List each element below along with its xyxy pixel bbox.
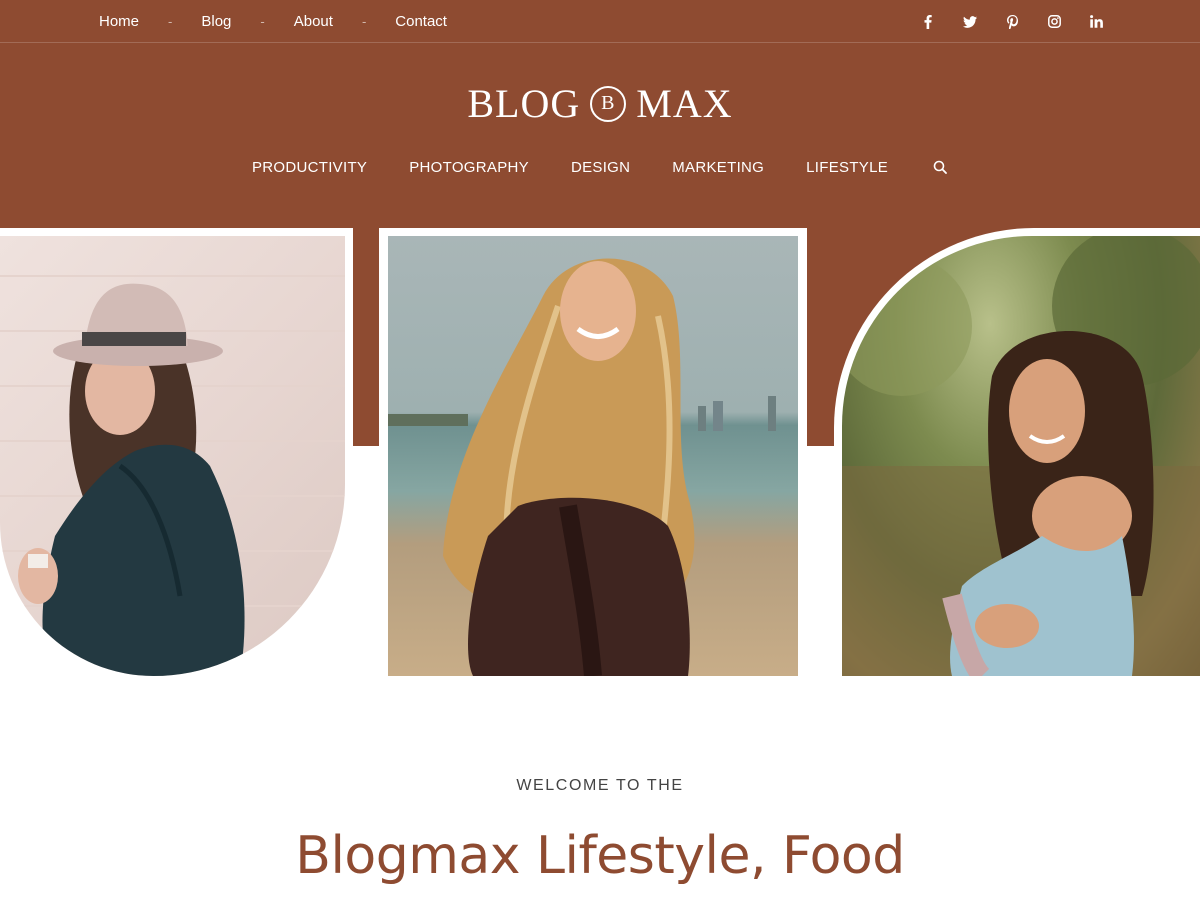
facebook-icon[interactable]: [920, 14, 936, 30]
pinterest-icon[interactable]: [1004, 14, 1020, 30]
search-icon[interactable]: [932, 159, 948, 175]
woman-on-beach-photo: [388, 236, 798, 676]
nav-marketing[interactable]: MARKETING: [672, 159, 764, 176]
top-navigation: Home - Blog - About - Contact: [99, 0, 447, 43]
nav-separator: -: [168, 14, 173, 29]
welcome-label: WELCOME TO THE: [516, 777, 684, 794]
logo-text-right: MAX: [636, 81, 733, 126]
nav-separator: -: [260, 14, 265, 29]
twitter-icon[interactable]: [962, 14, 978, 30]
nav-design[interactable]: DESIGN: [571, 159, 630, 176]
top-nav-home[interactable]: Home: [99, 13, 139, 30]
woman-in-hat-photo: [0, 236, 345, 676]
logo-mark: B: [590, 85, 627, 122]
top-bar: Home - Blog - About - Contact: [0, 0, 1200, 43]
nav-lifestyle[interactable]: LIFESTYLE: [806, 159, 888, 176]
woman-in-forest-photo: [842, 236, 1200, 676]
top-nav-contact[interactable]: Contact: [395, 13, 447, 30]
nav-separator: -: [361, 14, 367, 29]
main-navigation: PRODUCTIVITY PHOTOGRAPHY DESIGN MARKETIN…: [0, 155, 1200, 179]
top-nav-blog[interactable]: Blog: [201, 13, 231, 30]
top-nav-about[interactable]: About: [294, 13, 333, 30]
instagram-icon[interactable]: [1046, 14, 1062, 30]
site-logo[interactable]: BLOG B MAX: [0, 80, 1200, 127]
social-links: [920, 0, 1104, 43]
nav-productivity[interactable]: PRODUCTIVITY: [252, 159, 367, 176]
hero-headline: Blogmax Lifestyle, Food: [295, 826, 905, 886]
linkedin-icon[interactable]: [1088, 14, 1104, 30]
nav-photography[interactable]: PHOTOGRAPHY: [409, 159, 529, 176]
logo-text-left: BLOG: [467, 81, 581, 126]
